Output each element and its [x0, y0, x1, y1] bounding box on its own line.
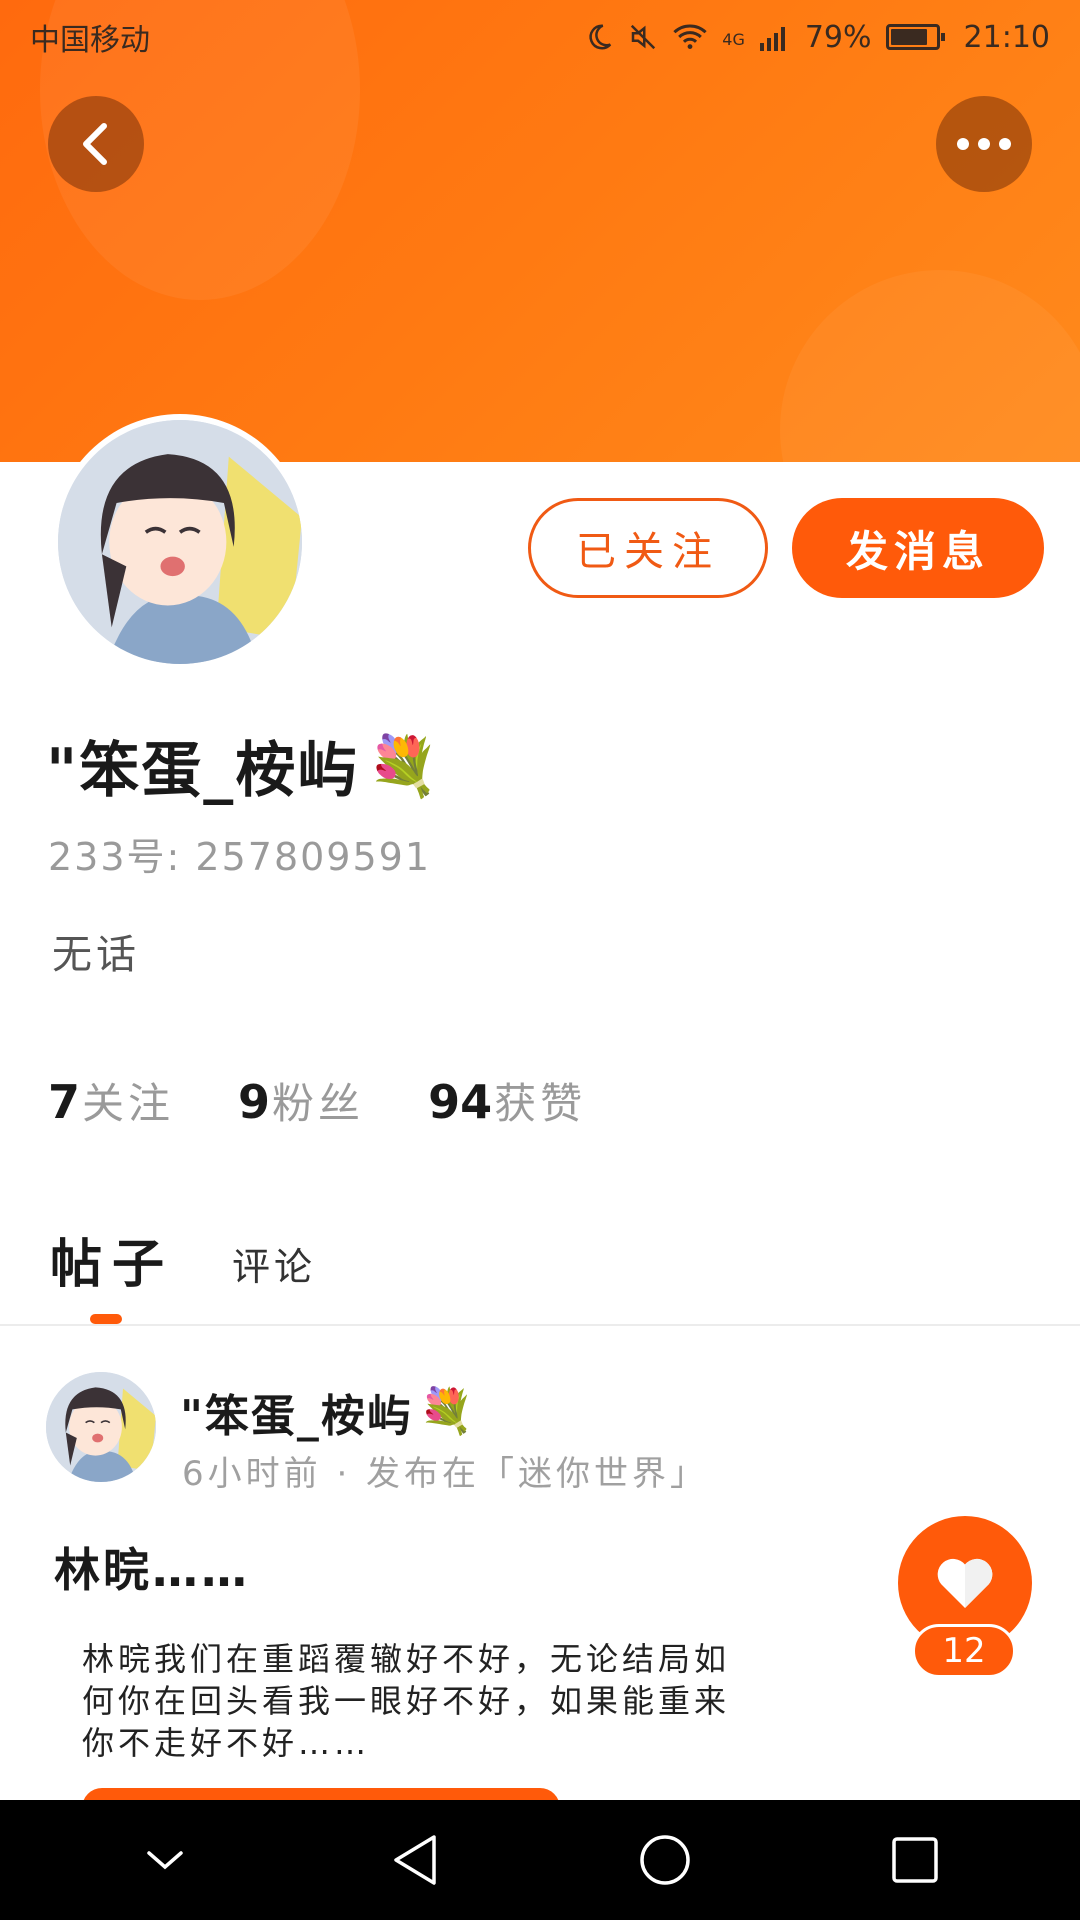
- avatar-image: [46, 1372, 156, 1482]
- more-dots-icon: [957, 138, 1011, 150]
- tab-active-indicator: [90, 1314, 122, 1324]
- stat-following[interactable]: 7 关注: [48, 1070, 174, 1131]
- more-button[interactable]: [936, 96, 1032, 192]
- carrier-label: 中国移动: [30, 23, 150, 58]
- circle-home-icon: [640, 1835, 690, 1885]
- chevron-down-icon: [147, 1851, 183, 1870]
- post-author[interactable]: "笨蛋_桉屿 💐: [180, 1380, 476, 1444]
- profile-bio: 无话: [52, 932, 140, 978]
- clock: 21:10: [963, 19, 1050, 55]
- profile-stats: 7 关注 9 粉丝 94 获赞: [48, 1070, 586, 1131]
- post-title: 林晥……: [54, 1543, 250, 1597]
- mute-icon: [628, 22, 658, 52]
- wifi-icon: [672, 22, 708, 52]
- flower-icon: 💐: [418, 1386, 476, 1437]
- tab-posts[interactable]: 帖子: [50, 1222, 174, 1297]
- moon-icon: [584, 22, 614, 52]
- triangle-back-icon: [394, 1835, 436, 1885]
- status-icons: 4G 79% 21:10: [584, 20, 1050, 55]
- nav-recents-button[interactable]: [855, 1800, 975, 1920]
- post-meta: 6小时前 · 发布在「迷你世界」: [182, 1454, 709, 1494]
- nav-back-button[interactable]: [355, 1800, 475, 1920]
- username-text: "笨蛋_桉屿: [46, 736, 360, 806]
- stat-fans[interactable]: 9 粉丝: [238, 1070, 364, 1131]
- post-author-avatar[interactable]: [46, 1372, 156, 1482]
- send-message-button[interactable]: 发消息: [792, 498, 1044, 598]
- flower-icon: 💐: [367, 731, 442, 800]
- battery-icon: [885, 24, 945, 50]
- status-bar: 中国移动 4G 79% 21:10: [0, 0, 1080, 74]
- profile-username: "笨蛋_桉屿 💐: [46, 722, 441, 809]
- post-author-name: "笨蛋_桉屿: [180, 1391, 413, 1442]
- back-button[interactable]: [48, 96, 144, 192]
- like-count: 12: [912, 1624, 1016, 1678]
- square-recents-icon: [892, 1837, 938, 1883]
- chevron-left-icon: [83, 123, 107, 165]
- signal-icon: [759, 23, 791, 51]
- stat-number: 94: [428, 1075, 493, 1129]
- system-nav-bar: [0, 1800, 1080, 1920]
- profile-avatar[interactable]: [52, 414, 308, 670]
- post-body: 林晥我们在重蹈覆辙好不好，无论结局如何你在回头看我一眼好不好，如果能重来你不走好…: [82, 1640, 731, 1762]
- nav-home-button[interactable]: [605, 1800, 725, 1920]
- content-tabs: 帖子 评论: [0, 1210, 1080, 1326]
- network-type: 4G: [722, 29, 745, 49]
- stat-label: 关注: [82, 1079, 175, 1128]
- stat-label: 获赞: [494, 1079, 587, 1128]
- tab-comments[interactable]: 评论: [232, 1236, 316, 1291]
- heart-icon: [937, 1558, 993, 1608]
- stat-label: 粉丝: [272, 1079, 365, 1128]
- user-id: 233号: 257809591: [48, 835, 432, 879]
- avatar-image: [58, 420, 302, 664]
- following-button[interactable]: 已关注: [528, 498, 768, 598]
- stat-number: 7: [48, 1075, 81, 1129]
- stat-likes: 94 获赞: [428, 1070, 586, 1131]
- stat-number: 9: [238, 1075, 271, 1129]
- banner-decoration: [780, 270, 1080, 462]
- battery-percent: 79%: [804, 19, 872, 55]
- nav-collapse-button[interactable]: [105, 1800, 225, 1920]
